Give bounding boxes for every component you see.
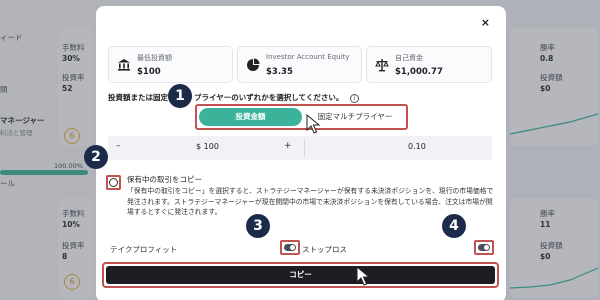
stat-label: 最低投資額 [137, 54, 172, 62]
step-badge-3: 3 [246, 214, 270, 238]
stat-investor-equity: Investor Account Equity $3.35 [237, 46, 362, 83]
step-badge-2: 2 [84, 145, 108, 169]
multiplier-value: 0.10 [408, 142, 426, 151]
take-profit-toggle[interactable] [284, 244, 296, 251]
stat-value: $1,000.77 [395, 67, 443, 77]
instruction-text-end: プライヤーのいずれかを選択してください。 [194, 93, 344, 102]
stat-value: $3.35 [266, 67, 293, 77]
bank-icon [118, 59, 130, 71]
cursor-icon [306, 114, 321, 134]
stop-loss-toggle[interactable] [478, 244, 490, 251]
copy-open-trades-description: 「保有中の取引をコピー」を選択すると、ストラテジーマネージャーが保有する未決済ポ… [127, 187, 494, 216]
stat-min-investment: 最低投資額 $100 [108, 46, 233, 83]
close-button[interactable]: × [481, 16, 490, 29]
step-badge-1: 1 [168, 84, 192, 108]
copy-open-trades-label: 保有中の取引をコピー [127, 175, 202, 184]
selection-instruction: 投資額または固定 プライヤーのいずれかを選択してください。 i [108, 92, 359, 103]
take-profit-label: テイクプロフィット [110, 245, 178, 254]
info-icon[interactable]: i [349, 93, 359, 103]
stat-label: 自己資金 [395, 54, 423, 62]
copy-open-trades-checkbox[interactable] [109, 178, 118, 187]
divider [304, 139, 305, 157]
investment-amount-input[interactable]: $ 100 [196, 142, 219, 151]
step-badge-4: 4 [442, 214, 466, 238]
increase-amount-button[interactable]: + [284, 141, 292, 151]
cursor-icon [356, 266, 371, 286]
copy-button[interactable]: コピー [106, 266, 495, 284]
stat-value: $100 [137, 67, 161, 77]
amount-row: – $ 100 + 0.10 [108, 136, 492, 160]
scale-icon [375, 59, 389, 72]
stat-own-funds: 自己資金 $1,000.77 [366, 46, 492, 83]
tab-investment-amount[interactable]: 投資金額 [199, 108, 302, 126]
copy-strategy-modal: × 最低投資額 $100 Investor Account Equity $3.… [96, 6, 506, 300]
stat-label: Investor Account Equity [266, 53, 350, 61]
instruction-text-start: 投資額または固定 [108, 93, 168, 102]
decrease-amount-button[interactable]: – [116, 141, 121, 151]
stop-loss-label: ストップロス [302, 245, 347, 254]
pie-chart-icon [247, 58, 260, 71]
